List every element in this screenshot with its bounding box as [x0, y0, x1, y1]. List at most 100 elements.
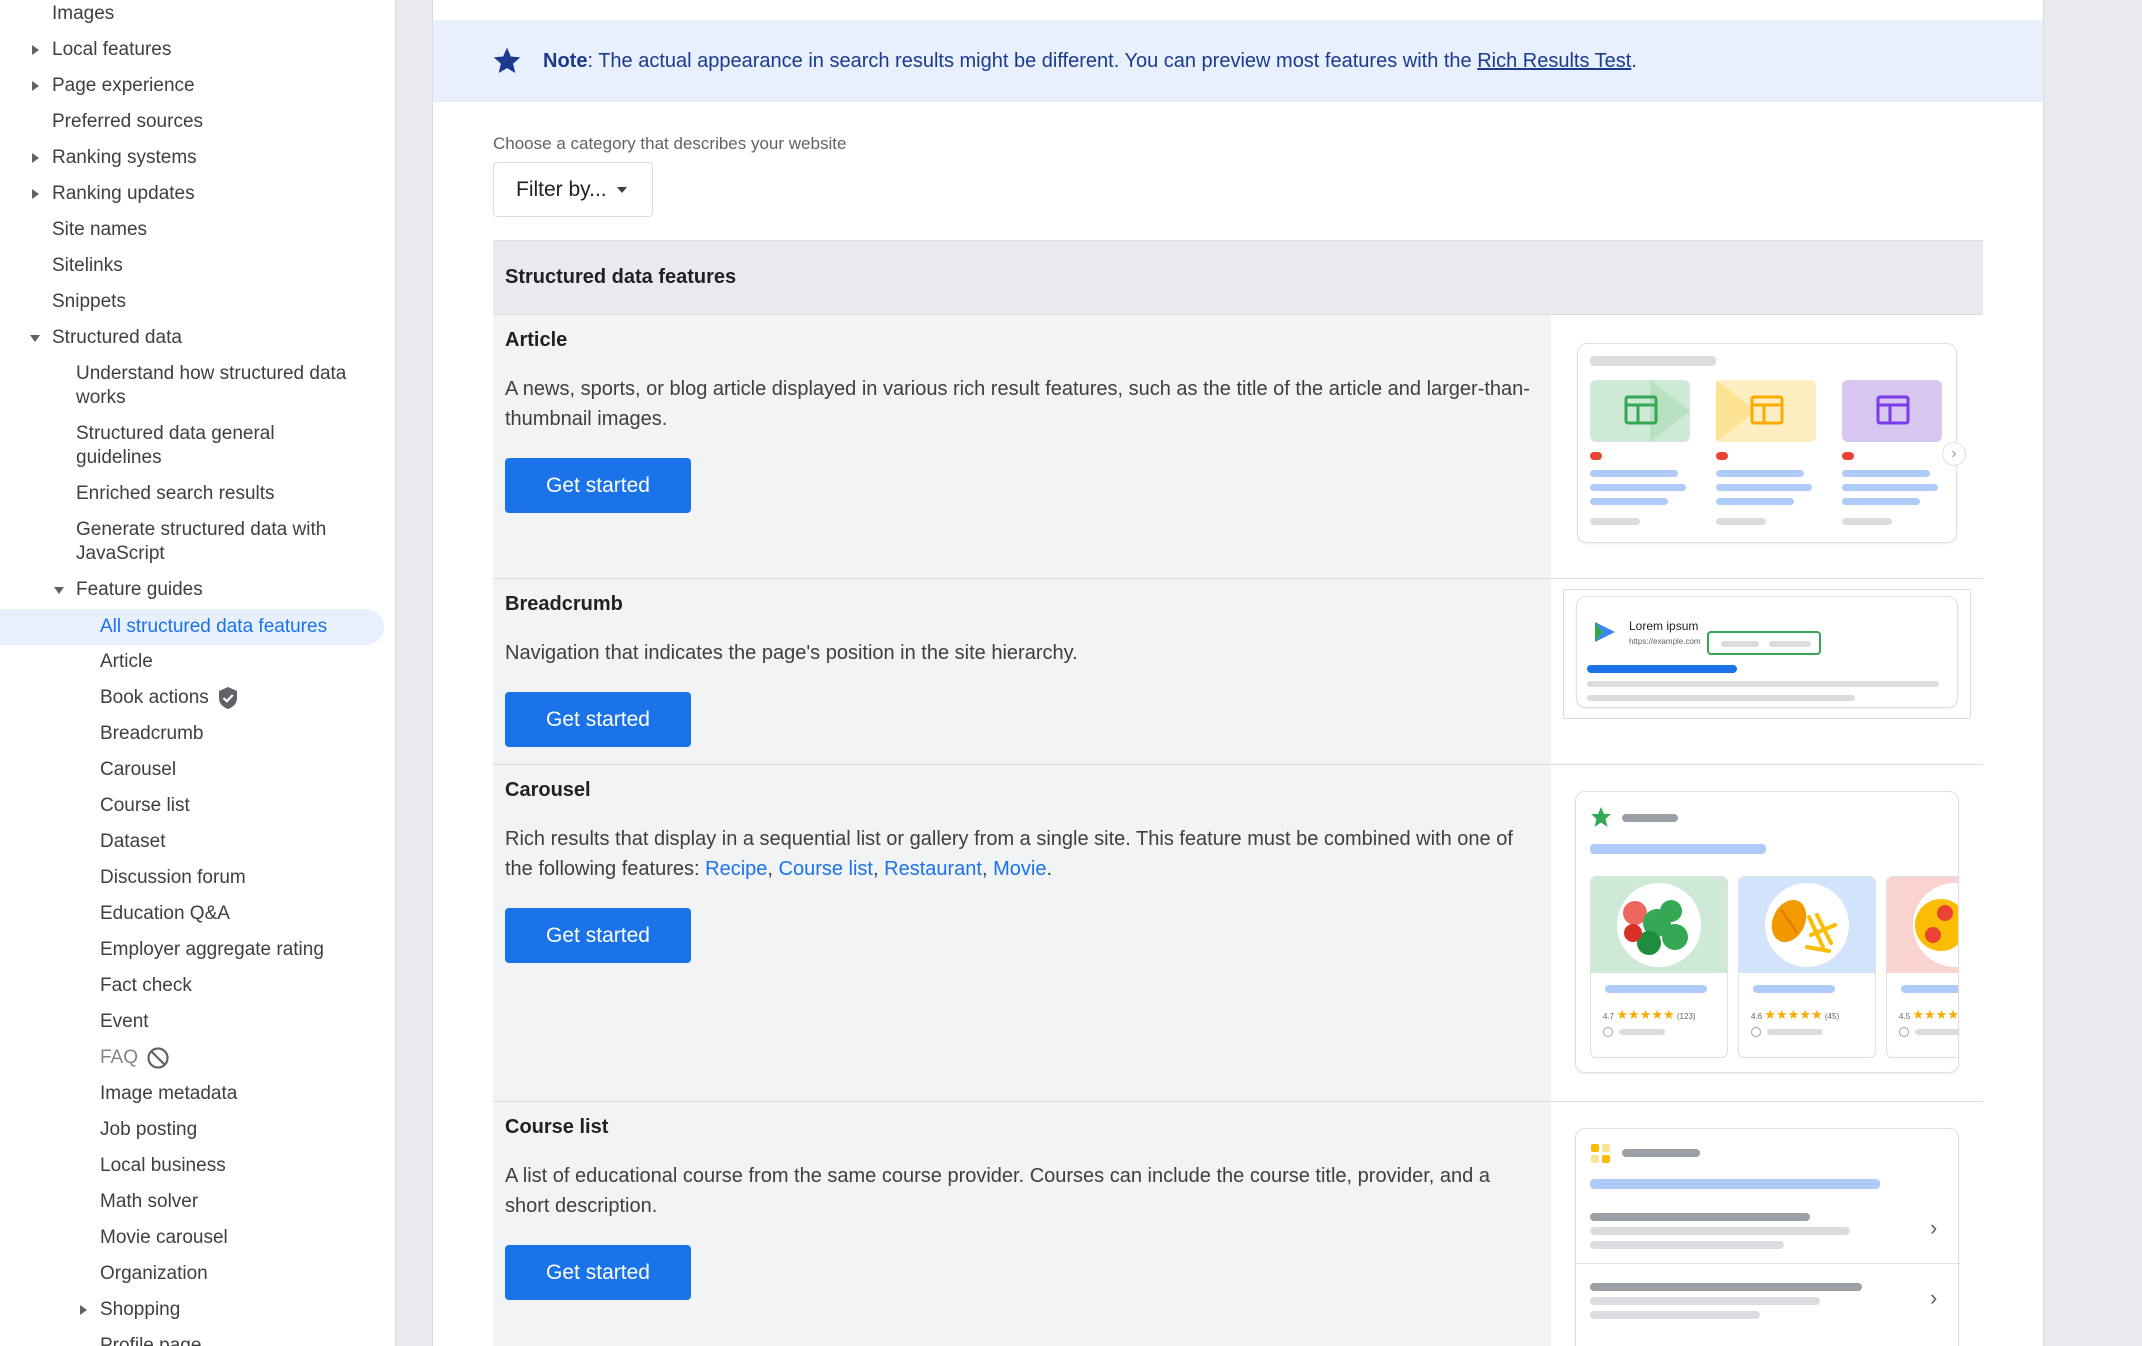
sidebar-item-site-names[interactable]: Site names	[52, 218, 147, 242]
feature-description: Rich results that display in a sequentia…	[505, 828, 1513, 880]
sidebar-item-general-guidelines[interactable]: Structured data general guidelines	[76, 422, 336, 470]
sidebar-item-article[interactable]: Article	[100, 650, 153, 674]
sidebar-item-feature-guides[interactable]: Feature guides	[54, 578, 203, 602]
sidebar-nav: Images Local features Page experience Pr…	[0, 0, 396, 1346]
note-body: : The actual appearance in search result…	[587, 49, 1478, 72]
feature-description: A news, sports, or blog article displaye…	[505, 378, 1530, 430]
sidebar-item-snippets[interactable]: Snippets	[52, 290, 126, 314]
expand-arrow-icon[interactable]	[28, 74, 42, 98]
article-thumb	[1842, 380, 1942, 442]
get-started-button[interactable]: Get started	[505, 458, 691, 513]
features-table: Structured data features Article A news,…	[493, 240, 1983, 1346]
caret-down-icon	[616, 186, 627, 193]
sidebar-item-images[interactable]: Images	[52, 2, 114, 26]
breadcrumb-highlight	[1707, 631, 1821, 655]
carousel-item: 4.5 ★★★★★	[1886, 876, 1959, 1058]
row-text-cell: Breadcrumb Navigation that indicates the…	[493, 579, 1551, 764]
sidebar-item-carousel[interactable]: Carousel	[100, 758, 176, 782]
get-started-button[interactable]: Get started	[505, 1245, 691, 1300]
collapse-arrow-icon[interactable]	[52, 578, 66, 602]
table-row: Breadcrumb Navigation that indicates the…	[493, 578, 1983, 764]
sidebar-item-book-actions[interactable]: Book actions	[100, 686, 239, 710]
note-end: .	[1631, 49, 1637, 72]
expand-arrow-icon[interactable]	[76, 1298, 90, 1322]
feature-description: Navigation that indicates the page's pos…	[505, 642, 1078, 664]
sidebar-item-course-list[interactable]: Course list	[100, 794, 190, 818]
sidebar-item-profile-page[interactable]: Profile page	[100, 1334, 201, 1346]
row-text-cell: Article A news, sports, or blog article …	[493, 315, 1551, 578]
sidebar-item-all-structured-data-features[interactable]: All structured data features	[0, 609, 384, 645]
rating-value: 4.6	[1751, 1012, 1763, 1021]
chevron-right-icon: ›	[1930, 1215, 1938, 1240]
sidebar-item-preferred-sources[interactable]: Preferred sources	[52, 110, 203, 134]
collapse-arrow-icon[interactable]	[28, 326, 42, 350]
sidebar-item-page-experience[interactable]: Page experience	[31, 74, 195, 98]
sidebar-item-fact-check[interactable]: Fact check	[100, 974, 192, 998]
sidebar-item-understand-structured-data[interactable]: Understand how structured data works	[76, 362, 376, 410]
table-row: Course list A list of educational course…	[493, 1101, 1983, 1346]
sidebar-item-ranking-systems[interactable]: Ranking systems	[31, 146, 197, 170]
sidebar-item-generate-with-javascript[interactable]: Generate structured data with JavaScript	[76, 518, 366, 566]
carousel-item: 4.7 ★★★★★ (123)	[1590, 876, 1728, 1058]
sidebar-item-structured-data[interactable]: Structured data	[30, 326, 182, 350]
expand-arrow-icon[interactable]	[28, 182, 42, 206]
sidebar-item-enriched-search-results[interactable]: Enriched search results	[76, 482, 275, 506]
preview-card: Lorem ipsum https://example.com	[1576, 596, 1958, 708]
sidebar-item-dataset[interactable]: Dataset	[100, 830, 165, 854]
sidebar-item-image-metadata[interactable]: Image metadata	[100, 1082, 237, 1106]
rich-results-test-link[interactable]: Rich Results Test	[1477, 50, 1631, 72]
main-content: Note: The actual appearance in search re…	[432, 0, 2044, 1346]
preview-card: 4.7 ★★★★★ (123) 4.6 ★★★★★ (45) 4.5 ★★★★	[1575, 791, 1959, 1073]
course-list-link[interactable]: Course list	[779, 858, 873, 880]
course-list-preview-image: › ›	[1551, 1102, 1983, 1346]
rating-stars-icon: ★★★★★	[1764, 1007, 1823, 1022]
sidebar-item-shopping[interactable]: Shopping	[79, 1298, 180, 1322]
expand-arrow-icon[interactable]	[28, 38, 42, 62]
note-banner: Note: The actual appearance in search re…	[433, 20, 2043, 102]
sidebar-item-education-qa[interactable]: Education Q&A	[100, 902, 230, 926]
rating-stars-icon: ★★★★★	[1912, 1007, 1959, 1022]
sidebar-item-local-business[interactable]: Local business	[100, 1154, 226, 1178]
article-thumb	[1716, 380, 1816, 442]
row-text-cell: Course list A list of educational course…	[493, 1102, 1551, 1346]
sidebar-item-event[interactable]: Event	[100, 1010, 149, 1034]
expand-arrow-icon[interactable]	[28, 146, 42, 170]
rating-value: 4.5	[1899, 1012, 1911, 1021]
get-started-button[interactable]: Get started	[505, 908, 691, 963]
filter-dropdown-label: Filter by...	[516, 177, 607, 201]
sidebar-item-math-solver[interactable]: Math solver	[100, 1190, 198, 1214]
note-text: Note: The actual appearance in search re…	[543, 50, 1637, 73]
filter-dropdown[interactable]: Filter by...	[493, 162, 653, 217]
rating-count: (45)	[1824, 1012, 1840, 1021]
preview-card: ›	[1577, 343, 1966, 543]
clock-icon	[1603, 1027, 1613, 1037]
preview-title: Lorem ipsum	[1629, 619, 1699, 633]
sidebar-item-job-posting[interactable]: Job posting	[100, 1118, 197, 1142]
sidebar-item-discussion-forum[interactable]: Discussion forum	[100, 866, 246, 890]
chevron-right-icon: ›	[1942, 442, 1966, 466]
sidebar-item-breadcrumb[interactable]: Breadcrumb	[100, 722, 204, 746]
carousel-preview-image: 4.7 ★★★★★ (123) 4.6 ★★★★★ (45) 4.5 ★★★★	[1551, 765, 1983, 1101]
sidebar-item-organization[interactable]: Organization	[100, 1262, 208, 1286]
verified-shield-icon	[217, 686, 239, 710]
note-label: Note	[543, 49, 588, 72]
rating-count: (123)	[1676, 1012, 1696, 1021]
article-preview-image: ›	[1551, 315, 1983, 578]
sidebar-item-sitelinks[interactable]: Sitelinks	[52, 254, 123, 278]
carousel-item: 4.6 ★★★★★ (45)	[1738, 876, 1876, 1058]
site-favicon-icon	[1591, 807, 1611, 827]
preview-url: https://example.com	[1629, 637, 1701, 646]
sidebar-item-local-features[interactable]: Local features	[31, 38, 171, 62]
restaurant-link[interactable]: Restaurant	[884, 858, 982, 880]
sidebar-item-faq[interactable]: FAQ	[100, 1046, 170, 1070]
feature-description: A list of educational course from the sa…	[505, 1165, 1490, 1217]
rating-value: 4.7	[1603, 1012, 1615, 1021]
sidebar-item-ranking-updates[interactable]: Ranking updates	[31, 182, 195, 206]
feature-title: Carousel	[505, 779, 591, 801]
sidebar-item-employer-aggregate-rating[interactable]: Employer aggregate rating	[100, 938, 324, 962]
recipe-link[interactable]: Recipe	[705, 858, 767, 880]
get-started-button[interactable]: Get started	[505, 692, 691, 747]
sidebar-item-movie-carousel[interactable]: Movie carousel	[100, 1226, 228, 1250]
movie-link[interactable]: Movie	[993, 858, 1046, 880]
feature-title: Course list	[505, 1116, 609, 1138]
